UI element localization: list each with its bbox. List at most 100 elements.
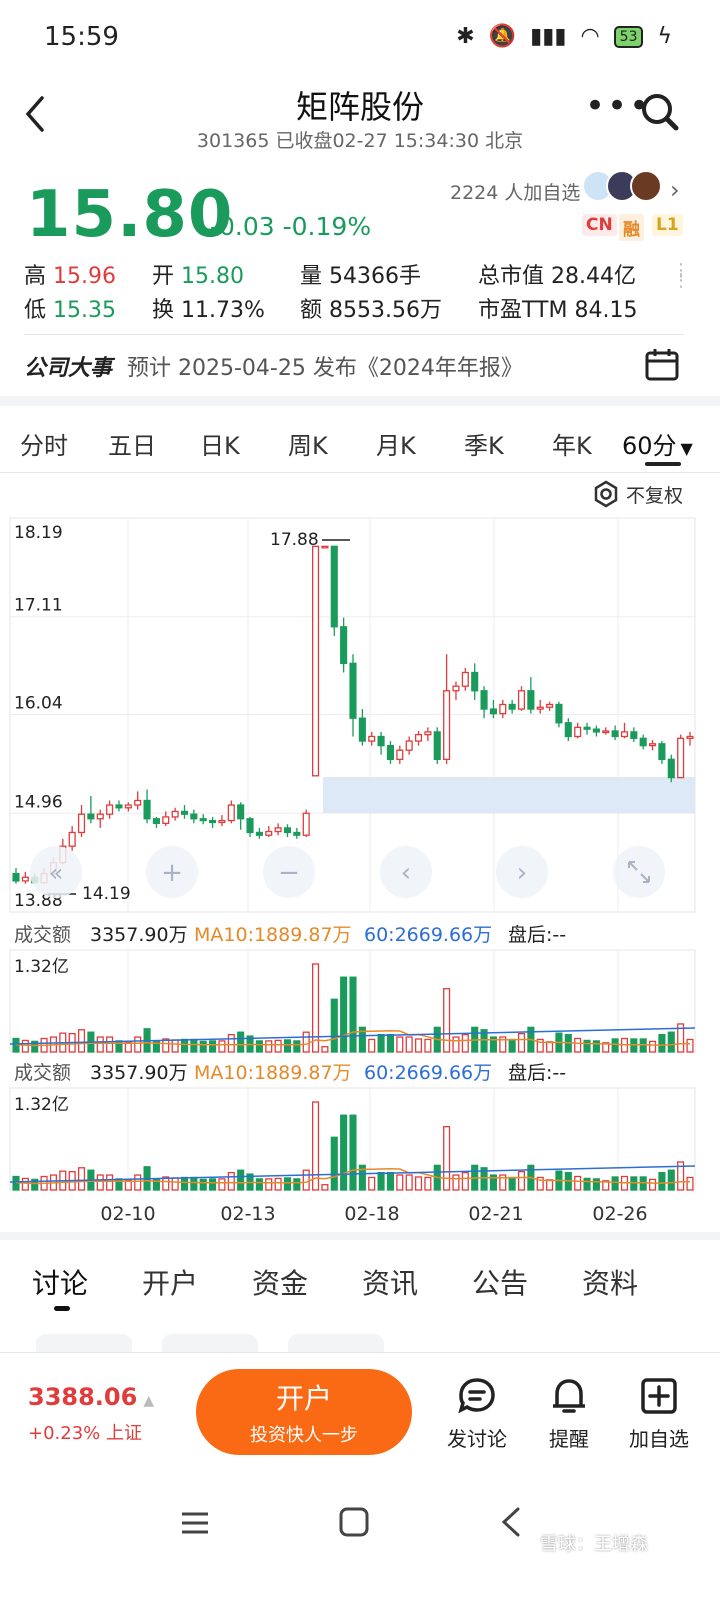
page-subtitle: 301365 已收盘02-27 15:34:30 北京 — [196, 130, 524, 152]
volume-bar — [405, 1036, 413, 1053]
company-event-row[interactable]: 公司大事 预计 2025-04-25 发布《2024年年报》 — [24, 350, 523, 382]
volume-bar — [77, 1167, 86, 1191]
volume-ma10-2: MA10:1889.87万 — [194, 1062, 352, 1084]
filter-chip[interactable] — [162, 1334, 258, 1354]
index-value[interactable]: 3388.06 ▲ — [28, 1383, 154, 1411]
volume-bar — [312, 963, 320, 1053]
volume-bar — [386, 1171, 394, 1191]
candle-body — [574, 726, 582, 738]
volume-bar — [330, 1136, 338, 1191]
search-button[interactable] — [640, 92, 680, 136]
candle-body — [414, 734, 423, 742]
candle-body — [171, 810, 179, 818]
volume-bar — [237, 1169, 245, 1191]
volume-bar — [171, 1177, 179, 1191]
candle-body — [433, 731, 441, 760]
tab-funds[interactable]: 资金 — [252, 1262, 308, 1302]
post-discussion-button[interactable]: 发讨论 — [432, 1369, 522, 1452]
candle-body — [180, 810, 189, 815]
volume-bar — [227, 1033, 235, 1053]
volume-bar — [405, 1174, 413, 1191]
section-gap — [0, 396, 720, 406]
tab-60min-label: 60分 — [622, 432, 677, 460]
tab-news[interactable]: 资讯 — [362, 1262, 418, 1302]
content-tabs: 讨论 开户 资金 资讯 公告 资料 — [0, 1258, 720, 1318]
fullscreen-button[interactable] — [613, 846, 665, 898]
high-label: 高 — [24, 264, 47, 289]
tab-quarterly[interactable]: 季K — [464, 426, 504, 461]
candle-body — [443, 690, 451, 760]
x-tick-label: 02-26 — [592, 1203, 647, 1225]
follower-avatars[interactable] — [582, 170, 662, 202]
volume-ma60-2: 60:2669.66万 — [364, 1062, 492, 1084]
add-watchlist-button[interactable]: 加自选 — [614, 1369, 704, 1452]
volume-bar — [218, 1178, 226, 1191]
open-account-label: 开户 — [275, 1382, 332, 1415]
min-price-label: 14.19 — [82, 884, 131, 904]
followers-count[interactable]: 2224 人加自选 — [450, 178, 580, 205]
volume-bar — [424, 1176, 432, 1191]
filter-chip[interactable] — [36, 1334, 132, 1354]
zoom-in-button[interactable]: + — [146, 846, 198, 898]
chevron-right-icon[interactable]: › — [670, 176, 680, 204]
tab-intraday[interactable]: 分时 — [20, 426, 68, 461]
expand-dots-icon[interactable]: ⋮ ⋮ — [672, 262, 690, 290]
volume-bar — [190, 1038, 198, 1053]
volume-label: 量 — [300, 264, 323, 289]
kline-chart[interactable]: 18.1917.1116.0414.9613.88 17.88 14.19 « … — [0, 510, 720, 1230]
tab-daily[interactable]: 日K — [200, 426, 240, 461]
section-gap — [0, 1232, 720, 1240]
candle-body — [546, 703, 554, 708]
badge-l1[interactable]: L1 — [652, 214, 683, 236]
volume-max-label: 1.32亿 — [14, 957, 69, 977]
adjust-toggle[interactable]: 不复权 — [592, 480, 683, 508]
dropdown-icon: ▼ — [680, 439, 693, 458]
tab-5day[interactable]: 五日 — [108, 426, 156, 461]
status-icons: ✱ 🔕 ▮▮▮ ◠ 53 ϟ — [456, 24, 672, 49]
volume-bar — [452, 1036, 460, 1053]
candle-body — [471, 671, 479, 692]
tab-open-account[interactable]: 开户 — [142, 1262, 198, 1302]
candle-body — [499, 703, 507, 715]
candle-body — [611, 730, 619, 738]
volume-bar — [377, 1171, 385, 1191]
price-change: -0.03 -0.19% — [210, 212, 372, 241]
volume-bar — [667, 1169, 675, 1191]
badge-margin[interactable]: 融 — [619, 214, 644, 241]
tab-60min[interactable]: 60分 ▼ — [622, 426, 693, 461]
calendar-icon[interactable] — [644, 346, 680, 386]
home-button[interactable] — [338, 1506, 370, 1542]
volume-bar — [209, 1178, 217, 1191]
candle-body — [330, 545, 338, 628]
scroll-left-fast-button[interactable]: « — [30, 846, 82, 898]
tab-discussion[interactable]: 讨论 — [32, 1262, 88, 1302]
volume-bar — [443, 1125, 451, 1191]
candle-body — [106, 804, 114, 815]
candle-body — [312, 545, 320, 777]
candle-body — [368, 735, 376, 742]
x-tick-label: 02-21 — [468, 1203, 523, 1225]
tab-yearly[interactable]: 年K — [552, 426, 592, 461]
volume-bar — [340, 976, 348, 1053]
tab-announcements[interactable]: 公告 — [472, 1262, 528, 1302]
volume-bar — [96, 1036, 104, 1053]
candle-body — [152, 818, 160, 824]
volume-bar — [508, 1038, 516, 1053]
open-account-button[interactable]: 开户 投资快人一步 — [196, 1369, 412, 1455]
tab-weekly[interactable]: 周K — [288, 426, 328, 461]
scroll-right-button[interactable]: › — [496, 846, 548, 898]
system-back-button[interactable] — [498, 1506, 524, 1542]
divider — [24, 334, 684, 335]
alert-button[interactable]: 提醒 — [524, 1369, 614, 1452]
recent-apps-button[interactable] — [180, 1508, 210, 1542]
volume-ma60: 60:2669.66万 — [364, 924, 492, 946]
filter-chip[interactable] — [288, 1334, 384, 1354]
zoom-out-button[interactable]: − — [263, 846, 315, 898]
y-tick-label: 14.96 — [14, 792, 63, 812]
tab-monthly[interactable]: 月K — [376, 426, 416, 461]
badge-cn[interactable]: CN — [582, 214, 617, 236]
scroll-left-button[interactable]: ‹ — [380, 846, 432, 898]
add-square-icon — [641, 1378, 677, 1414]
volume-bar — [77, 1029, 86, 1053]
tab-profile[interactable]: 资料 — [582, 1262, 638, 1302]
